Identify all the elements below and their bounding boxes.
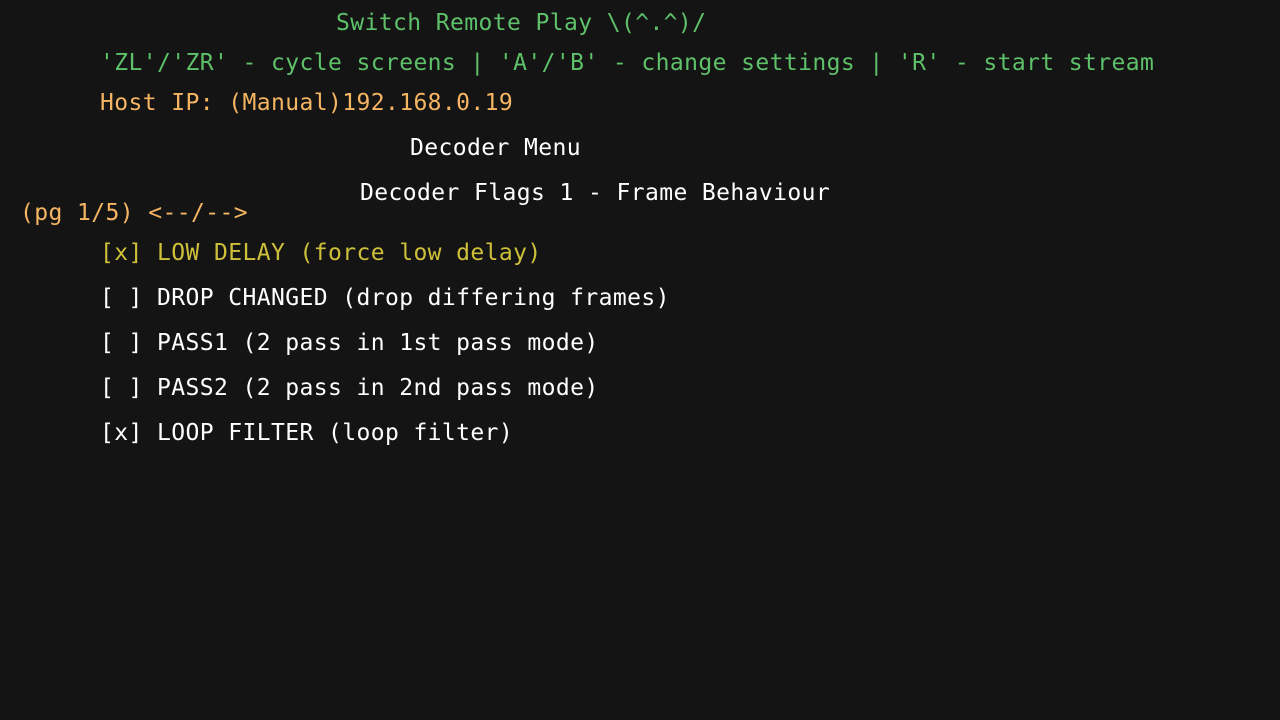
controls-hint: 'ZL'/'ZR' - cycle screens | 'A'/'B' - ch… — [100, 50, 1155, 76]
flag-pass1-option[interactable]: [ ] PASS1 (2 pass in 1st pass mode) — [100, 328, 599, 358]
page-indicator[interactable]: (pg 1/5) <--/--> — [20, 198, 248, 228]
menu-title: Decoder Menu — [410, 135, 581, 161]
app-title: Switch Remote Play \(^.^)/ — [336, 10, 707, 36]
flag-loop-filter-option[interactable]: [x] LOOP FILTER (loop filter) — [100, 418, 513, 448]
page-heading: Decoder Flags 1 - Frame Behaviour — [360, 180, 831, 206]
host-ip-label: Host IP: (Manual)192.168.0.19 — [100, 90, 514, 116]
flag-pass2-option[interactable]: [ ] PASS2 (2 pass in 2nd pass mode) — [100, 373, 599, 403]
flag-drop-changed-option[interactable]: [ ] DROP CHANGED (drop differing frames) — [100, 283, 670, 313]
flag-low-delay-option[interactable]: [x] LOW DELAY (force low delay) — [100, 238, 542, 268]
